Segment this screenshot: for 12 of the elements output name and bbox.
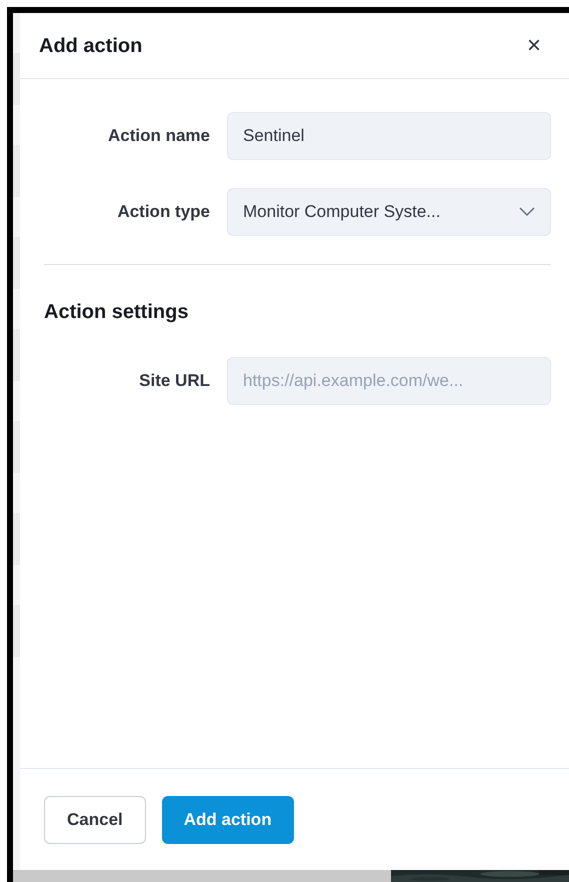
field-label: Site URL — [138, 370, 211, 392]
dialog-title: Add action — [39, 34, 142, 58]
chevron-down-icon — [519, 207, 535, 217]
section-title: Action settings — [44, 300, 190, 325]
field-label: Action type — [116, 201, 211, 224]
close-button[interactable]: × — [522, 34, 545, 58]
field-label: Action name — [106, 125, 211, 148]
select-value: Monitor Computer Syste... — [243, 201, 440, 224]
input-field[interactable]: Sentinel — [227, 112, 551, 160]
input-field[interactable]: https://api.example.com/we... — [227, 357, 551, 405]
select-field[interactable]: Monitor Computer Syste... — [227, 188, 551, 236]
cancel-button[interactable]: Cancel — [44, 796, 146, 844]
